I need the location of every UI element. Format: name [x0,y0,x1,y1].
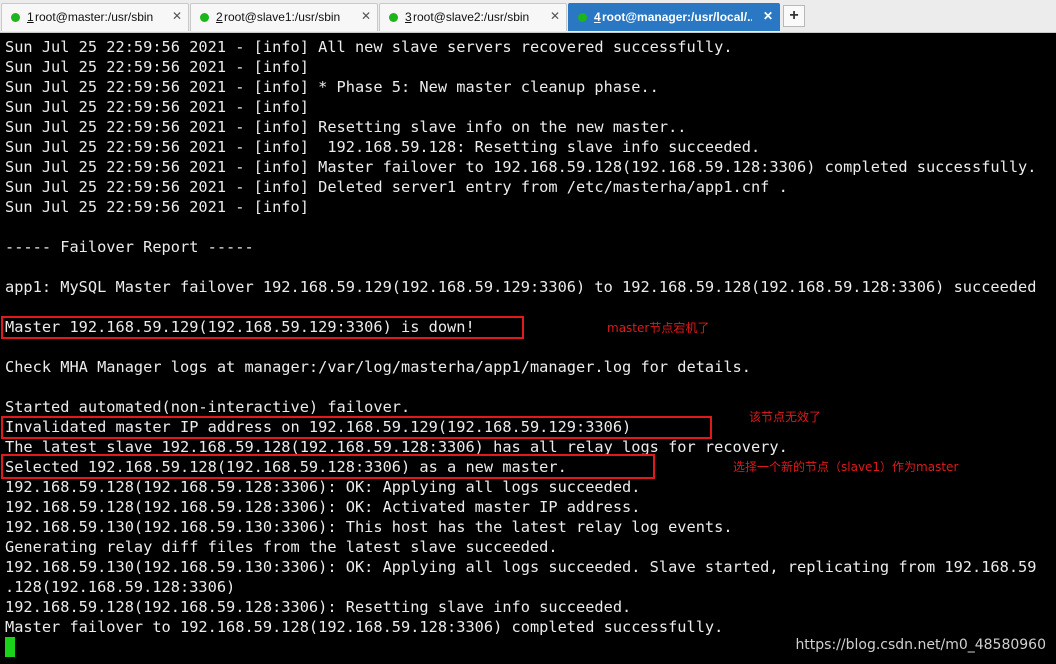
tab-label: root@master:/usr/sbin [35,10,154,24]
tab-number: 2 [216,10,223,24]
master-down-highlight-box [1,316,524,339]
connected-status-icon [200,13,209,22]
selected-master-highlight-box [1,454,655,479]
terminal-line: Sun Jul 25 22:59:56 2021 - [info] Delete… [5,178,788,196]
tab-label: root@manager:/usr/local/... [602,10,752,24]
terminal-line: Sun Jul 25 22:59:56 2021 - [info] Master… [5,158,1037,176]
terminal-line: 192.168.59.128(192.168.59.128:3306): Res… [5,598,632,616]
terminal-line: Sun Jul 25 22:59:56 2021 - [info] * Phas… [5,78,659,96]
terminal-line: Sun Jul 25 22:59:56 2021 - [info] All ne… [5,38,733,56]
tab-bar: 1 root@master:/usr/sbin ✕ 2 root@slave1:… [0,0,1056,33]
close-icon[interactable]: ✕ [550,9,560,23]
close-icon[interactable]: ✕ [172,9,182,23]
terminal-line: app1: MySQL Master failover 192.168.59.1… [5,278,1037,296]
terminal-line: 192.168.59.128(192.168.59.128:3306): OK:… [5,498,641,516]
connected-status-icon [578,13,587,22]
tab-number: 1 [27,10,34,24]
tab-session-1[interactable]: 1 root@master:/usr/sbin ✕ [1,3,189,31]
tab-label: root@slave2:/usr/sbin [413,10,530,24]
terminal-line: Master failover to 192.168.59.128(192.16… [5,618,724,636]
terminal-line: Started automated(non-interactive) failo… [5,398,411,416]
terminal-line: Check MHA Manager logs at manager:/var/l… [5,358,751,376]
tab-session-4[interactable]: 4 root@manager:/usr/local/... ✕ [568,3,780,31]
master-down-annotation: master节点宕机了 [607,321,710,335]
terminal-line: 192.168.59.130(192.168.59.130:3306): OK:… [5,558,1037,576]
close-icon[interactable]: ✕ [763,9,773,23]
tab-session-3[interactable]: 3 root@slave2:/usr/sbin ✕ [379,3,567,31]
tab-number: 3 [405,10,412,24]
terminal-line: Sun Jul 25 22:59:56 2021 - [info] [5,98,309,116]
tab-label: root@slave1:/usr/sbin [224,10,341,24]
terminal-line: 192.168.59.128(192.168.59.128:3306): OK:… [5,478,641,496]
close-icon[interactable]: ✕ [361,9,371,23]
terminal-line: Sun Jul 25 22:59:56 2021 - [info] Resett… [5,118,687,136]
terminal-line: .128(192.168.59.128:3306) [5,578,236,596]
terminal-line: 192.168.59.130(192.168.59.130:3306): Thi… [5,518,733,536]
terminal-line: ----- Failover Report ----- [5,238,254,256]
terminal-cursor [5,637,15,657]
terminal-line: Sun Jul 25 22:59:56 2021 - [info] 192.16… [5,138,761,156]
connected-status-icon [389,13,398,22]
tab-session-2[interactable]: 2 root@slave1:/usr/sbin ✕ [190,3,378,31]
invalidated-highlight-box [1,416,712,439]
terminal-line: Sun Jul 25 22:59:56 2021 - [info] [5,58,309,76]
invalidated-annotation: 该节点无效了 [749,410,822,424]
watermark: https://blog.csdn.net/m0_48580960 [795,637,1046,653]
tab-number: 4 [594,10,601,24]
selected-master-annotation: 选择一个新的节点（slave1）作为master [733,460,959,474]
terminal-line: Sun Jul 25 22:59:56 2021 - [info] [5,198,309,216]
terminal-output[interactable]: Sun Jul 25 22:59:56 2021 - [info] All ne… [0,37,1056,664]
new-tab-button[interactable]: + [783,5,805,27]
terminal-line: Generating relay diff files from the lat… [5,538,558,556]
connected-status-icon [11,13,20,22]
